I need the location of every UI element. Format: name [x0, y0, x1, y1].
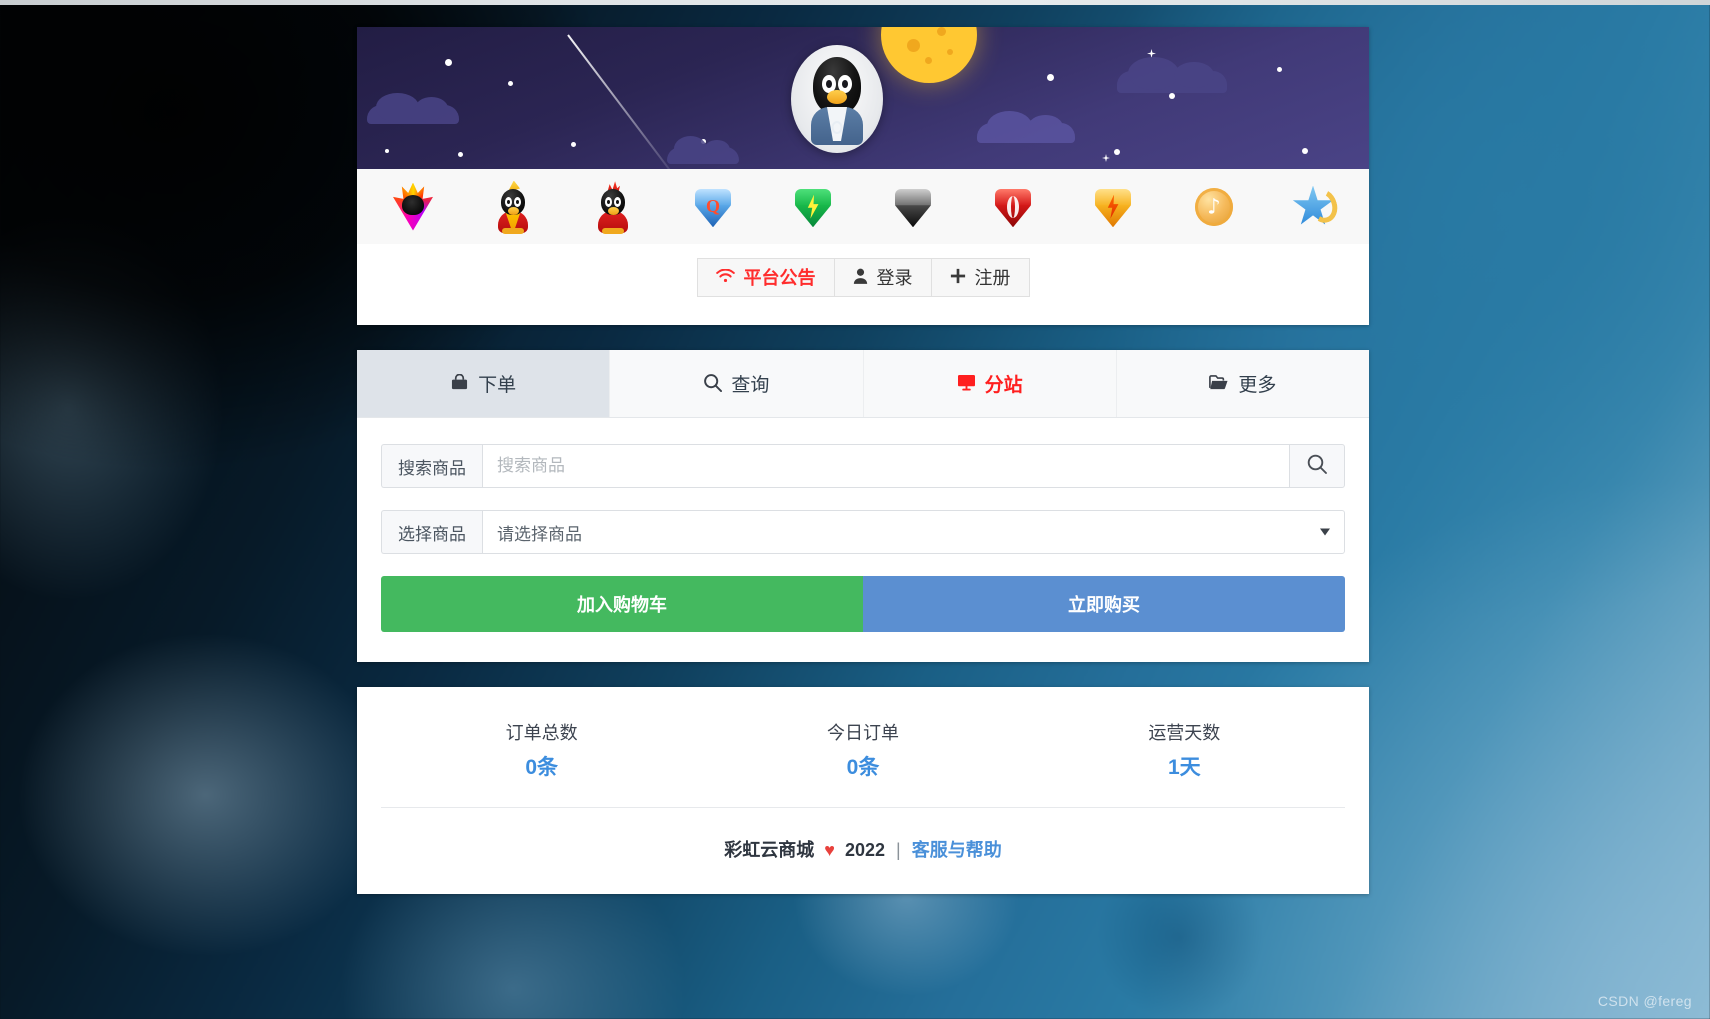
- star-dot: [1047, 74, 1054, 81]
- avatar: [791, 45, 883, 153]
- help-link[interactable]: 客服与帮助: [912, 840, 1002, 860]
- tab-label: 查询: [731, 375, 770, 396]
- site-banner: [357, 27, 1369, 169]
- tab-label: 分站: [984, 375, 1023, 396]
- search-row: 搜索商品: [381, 444, 1345, 488]
- tab-more[interactable]: 更多: [1117, 350, 1369, 417]
- footer-year: 2022: [844, 840, 886, 860]
- register-button[interactable]: 注册: [930, 258, 1030, 297]
- gem-black-icon[interactable]: [887, 181, 939, 233]
- stat-value: 0条: [525, 756, 558, 779]
- footer-separator: |: [896, 840, 901, 860]
- order-form: 搜索商品 选择商品 请选择商品: [357, 418, 1369, 662]
- stat-total-orders: 订单总数 0条: [381, 719, 702, 781]
- register-label: 注册: [974, 267, 1011, 288]
- qq-flame-icon[interactable]: [387, 181, 439, 233]
- search-icon: [1306, 453, 1328, 480]
- header-card: Q ♪ 平台公告 登录 注册: [357, 27, 1369, 325]
- search-input[interactable]: [482, 444, 1289, 488]
- gem-green-bolt-icon[interactable]: [787, 181, 839, 233]
- star-moon-icon[interactable]: [1287, 181, 1342, 233]
- star-dot: [1169, 93, 1175, 99]
- chevron-down-icon: [1320, 528, 1330, 536]
- stat-label: 运营天数: [1148, 723, 1221, 743]
- login-label: 登录: [876, 267, 913, 288]
- moon-icon: [881, 27, 977, 83]
- order-card: 下单 查询 分站 更多 搜索商品 搜索商品 选择商品 请选择商品 加入购物车 立…: [357, 350, 1369, 662]
- search-submit-button[interactable]: [1289, 444, 1345, 488]
- gem-mark: Q: [705, 195, 721, 216]
- music-note-glyph: ♪: [1207, 194, 1221, 218]
- star-dot: [508, 81, 513, 86]
- plus-icon: [950, 268, 966, 287]
- qq-penguin-icon: [809, 57, 865, 145]
- search-addon-label: 搜索商品: [381, 444, 482, 488]
- stats-card: 订单总数 0条 今日订单 0条 运营天数 1天 彩虹云商城 ♥ 2022 | 客…: [357, 687, 1369, 894]
- stat-operating-days: 运营天数 1天: [1024, 719, 1345, 781]
- tab-order[interactable]: 下单: [357, 350, 611, 417]
- tab-bar: 下单 查询 分站 更多: [357, 350, 1369, 418]
- star-dot: [571, 142, 576, 147]
- star-dot: [1114, 149, 1120, 155]
- announcement-label: 平台公告: [743, 267, 816, 288]
- product-select[interactable]: 请选择商品: [482, 510, 1345, 554]
- select-row: 选择商品 请选择商品: [381, 510, 1345, 554]
- coin-music-icon[interactable]: ♪: [1187, 181, 1239, 233]
- search-icon: [703, 373, 723, 395]
- select-addon-label: 选择商品: [381, 510, 482, 554]
- add-to-cart-button[interactable]: 加入购物车: [381, 576, 863, 632]
- heart-icon: ♥: [824, 840, 835, 860]
- stat-label: 今日订单: [826, 723, 899, 743]
- qq-level-icon-strip: Q ♪: [357, 169, 1369, 244]
- qq-penguin-yellow-crest-icon[interactable]: [487, 180, 539, 234]
- cloud-shape: [367, 93, 459, 124]
- cloud-shape: [977, 110, 1075, 143]
- sparkle-icon: [1102, 154, 1110, 162]
- star-dot: [458, 152, 463, 157]
- order-action-row: 加入购物车 立即购买: [381, 576, 1345, 632]
- footer: 彩虹云商城 ♥ 2022 | 客服与帮助: [381, 808, 1345, 868]
- star-dot: [385, 149, 389, 153]
- gem-orange-bolt-icon[interactable]: [1087, 181, 1139, 233]
- cloud-shape: [1117, 57, 1227, 93]
- header-button-group: 平台公告 登录 注册: [696, 258, 1030, 297]
- stat-label: 订单总数: [505, 723, 578, 743]
- footer-site-name: 彩虹云商城: [724, 840, 815, 860]
- cloud-shape: [667, 136, 739, 164]
- product-select-value: 请选择商品: [497, 524, 582, 544]
- star-dot: [1302, 148, 1308, 154]
- header-action-bar: 平台公告 登录 注册: [357, 244, 1369, 325]
- qq-penguin-red-crest-icon[interactable]: [587, 181, 639, 234]
- announcement-button[interactable]: 平台公告: [696, 258, 834, 297]
- star-dot: [1277, 67, 1282, 72]
- folder-icon: [1209, 374, 1229, 393]
- stat-value: 1天: [1167, 756, 1201, 779]
- tab-label: 更多: [1238, 375, 1277, 396]
- wifi-icon: [715, 268, 735, 287]
- user-icon: [853, 268, 868, 287]
- star-dot: [445, 59, 452, 66]
- stat-value: 0条: [846, 756, 880, 779]
- stat-today-orders: 今日订单 0条: [702, 719, 1023, 781]
- login-button[interactable]: 登录: [833, 258, 931, 297]
- browser-top-edge: [0, 0, 1710, 5]
- tab-query[interactable]: 查询: [610, 350, 864, 417]
- meteor-icon: [567, 34, 684, 169]
- csdn-watermark: CSDN @fereg: [1597, 993, 1692, 1009]
- gem-blue-superq-icon[interactable]: Q: [687, 181, 739, 233]
- buy-now-button[interactable]: 立即购买: [863, 576, 1345, 632]
- stats-row: 订单总数 0条 今日订单 0条 运营天数 1天: [381, 719, 1345, 781]
- bag-icon: [450, 373, 469, 394]
- page-container: Q ♪ 平台公告 登录 注册 下单 查询 分站 更多 搜索商品 搜索商品 选择商…: [357, 27, 1369, 894]
- gem-red-swirl-icon[interactable]: [987, 181, 1039, 233]
- tab-label: 下单: [478, 375, 517, 396]
- tab-substation[interactable]: 分站: [864, 350, 1117, 417]
- monitor-icon: [957, 374, 976, 394]
